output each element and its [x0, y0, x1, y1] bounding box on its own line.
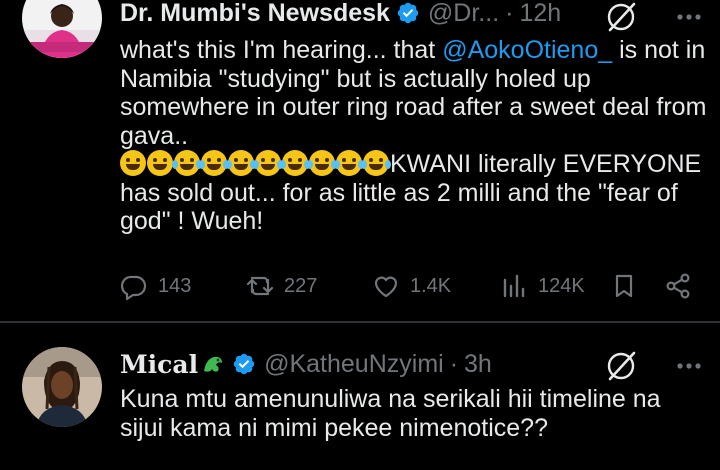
more-icon[interactable]	[672, 0, 706, 34]
like-count: 1.4K	[410, 274, 452, 297]
tears-of-joy-emoji-icon	[307, 150, 337, 176]
like-button[interactable]: 1.4K	[372, 266, 451, 306]
timestamp[interactable]: 3h	[464, 350, 492, 379]
tweet-text: Kuna mtu amenunuliwa na serikali hii tim…	[120, 385, 668, 442]
tweet-header: Mical @KatheuNzyimi · 3h	[120, 347, 492, 381]
verified-badge-icon	[233, 353, 255, 375]
repost-icon	[246, 276, 274, 296]
bookmark-button[interactable]	[610, 266, 648, 306]
grok-icon[interactable]	[604, 0, 638, 34]
tweet[interactable]: Dr. Mumbi's Newsdesk @Dr... · 12h what's…	[0, 0, 720, 322]
repost-button[interactable]: 227	[246, 266, 317, 306]
laughing-emoji-icon	[147, 150, 173, 176]
views-button[interactable]: 124K	[500, 266, 585, 306]
views-count: 124K	[538, 274, 585, 297]
avatar[interactable]	[22, 0, 102, 58]
like-icon	[374, 276, 398, 298]
tweet-header: Dr. Mumbi's Newsdesk @Dr... · 12h	[120, 0, 561, 30]
tweet-text-part: what's this I'm hearing... that	[120, 36, 443, 64]
tweet[interactable]: Mical @KatheuNzyimi · 3h Kuna mtu amenun…	[0, 323, 720, 470]
reply-button[interactable]: 143	[120, 266, 191, 306]
dragon-emoji-icon	[204, 356, 223, 372]
display-name[interactable]: Mical	[120, 350, 198, 379]
tears-of-joy-emoji-icon	[172, 150, 202, 176]
repost-count: 227	[284, 274, 318, 297]
reply-icon	[120, 275, 147, 300]
sweat-smile-emoji-icon	[120, 150, 146, 176]
bookmark-icon	[615, 274, 633, 298]
verified-badge-icon	[397, 2, 419, 24]
display-name[interactable]: Dr. Mumbi's Newsdesk	[120, 0, 390, 28]
tears-of-joy-emoji-icon	[280, 150, 310, 176]
mention-link[interactable]: @AokoOtieno_	[442, 36, 612, 64]
more-icon[interactable]	[672, 349, 706, 383]
tears-of-joy-emoji-icon	[253, 150, 283, 176]
tears-of-joy-emoji-icon	[334, 150, 364, 176]
separator-dot: ·	[449, 349, 459, 378]
share-icon	[666, 273, 690, 299]
separator-dot: ·	[505, 0, 514, 27]
reply-count: 143	[158, 274, 192, 297]
share-button[interactable]	[664, 266, 702, 306]
avatar[interactable]	[22, 347, 102, 427]
tears-of-joy-emoji-icon	[199, 150, 229, 176]
handle[interactable]: @Dr...	[428, 0, 499, 28]
grok-icon[interactable]	[604, 349, 638, 383]
handle[interactable]: @KatheuNzyimi	[264, 350, 444, 379]
tweet-text: what's this I'm hearing... that @AokoOti…	[120, 36, 710, 236]
emoji-row	[120, 150, 391, 178]
timestamp[interactable]: 12h	[519, 0, 561, 28]
action-bar: 143 227 1.4K 124K	[120, 266, 700, 306]
views-icon	[503, 274, 525, 298]
tears-of-joy-emoji-icon	[226, 150, 256, 176]
tears-of-joy-emoji-icon	[361, 150, 391, 176]
